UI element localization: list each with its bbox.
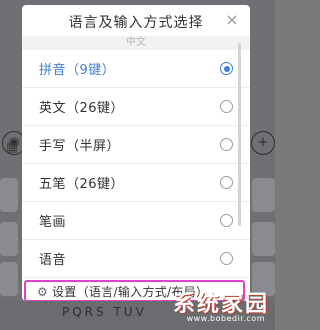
list-item-wubi-26[interactable]: 五笔（26键） [22, 164, 250, 202]
list-item-pinyin-9[interactable]: 拼音（9键） [22, 50, 250, 88]
list-item-english-26[interactable]: 英文（26键） [22, 88, 250, 126]
list-item-label: 语音 [39, 253, 67, 268]
input-method-list: 拼音（9键） 英文（26键） 手写（半屏） 五笔（26键） 笔画 语音 [22, 50, 250, 278]
watermark-url: www.bobedir.com [186, 314, 265, 323]
list-item-voice[interactable]: 语音 [22, 240, 250, 278]
keyboard-key [0, 222, 18, 256]
radio-unselected[interactable] [220, 100, 233, 113]
dialog-header: 语言及输入方式选择 × [22, 5, 250, 35]
grid-icon: ▦ [5, 140, 19, 155]
list-item-label: 拼音（9键） [39, 63, 116, 78]
list-item-label: 手写（半屏） [39, 139, 121, 154]
dialog-title: 语言及输入方式选择 [68, 15, 204, 31]
list-item-label: 笔画 [39, 215, 67, 230]
keyboard-key [0, 178, 18, 212]
section-label-chinese: 中文 [22, 36, 250, 50]
keyboard-key [0, 262, 18, 296]
gear-icon: ⚙ [37, 285, 48, 299]
radio-selected[interactable] [220, 62, 233, 75]
radio-unselected[interactable] [220, 176, 233, 189]
backspace-key [252, 178, 275, 212]
list-item-handwriting-half[interactable]: 手写（半屏） [22, 126, 250, 164]
radio-unselected[interactable] [220, 252, 233, 265]
scrollbar[interactable] [238, 43, 241, 226]
keyboard-key [252, 222, 275, 256]
input-method-dialog: 语言及输入方式选择 × 中文 拼音（9键） 英文（26键） 手写（半屏） 五笔（… [22, 5, 250, 301]
list-item-label: 英文（26键） [39, 101, 125, 116]
radio-unselected[interactable] [220, 214, 233, 227]
list-item-stroke[interactable]: 笔画 [22, 202, 250, 240]
watermark: 系统家园 www.bobedir.com [141, 286, 269, 326]
radio-unselected[interactable] [220, 138, 233, 151]
list-item-label: 五笔（26键） [39, 177, 125, 192]
close-icon[interactable]: × [223, 11, 241, 29]
keyboard-bottom-row-text: PQRS TUV [62, 305, 147, 319]
add-icon: + [251, 131, 275, 155]
